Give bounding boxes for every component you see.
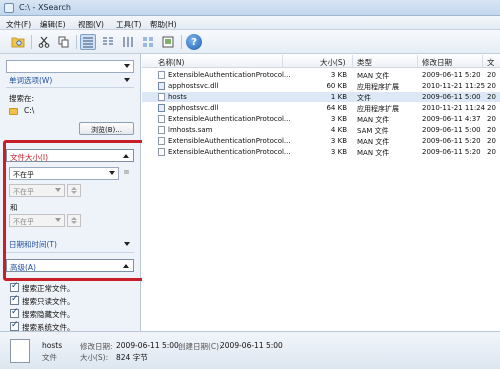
list-view-icon[interactable] xyxy=(100,34,116,50)
status-created-value: 2009-06-11 5:00 xyxy=(220,341,283,350)
toolbar-separator xyxy=(76,35,77,49)
chevron-down-icon xyxy=(55,218,61,222)
and-label: 和 xyxy=(10,203,18,212)
copy-icon[interactable] xyxy=(56,34,72,50)
thumbnails-view-icon[interactable] xyxy=(140,34,156,50)
checkbox-system-files[interactable] xyxy=(10,320,19,331)
collapse-icon xyxy=(123,264,129,268)
column-modified[interactable]: 修改日期 xyxy=(422,57,452,68)
dll-icon xyxy=(158,104,165,112)
divider xyxy=(6,252,134,253)
size-value-field[interactable]: 不在乎 xyxy=(9,184,65,197)
toolbar-separator xyxy=(181,35,182,49)
advanced-header[interactable]: 高级(A) xyxy=(6,259,134,272)
column-divider[interactable] xyxy=(482,55,483,67)
column-name[interactable]: 名称(N) xyxy=(158,57,184,68)
list-header: 名称(N) 大小(S) 类型 修改日期 文 xyxy=(142,54,500,68)
table-row[interactable]: ExtensibleAuthenticationProtocol... 3 KB… xyxy=(142,114,500,124)
help-icon[interactable]: ? xyxy=(186,34,202,50)
column-divider[interactable] xyxy=(352,55,353,67)
table-row[interactable]: ExtensibleAuthenticationProtocol... 3 KB… xyxy=(142,70,500,80)
column-type[interactable]: 类型 xyxy=(357,57,372,68)
details-view-icon[interactable] xyxy=(80,34,96,50)
collapse-icon xyxy=(123,154,129,158)
checkbox-normal-files-label: 搜索正常文件。 xyxy=(22,284,75,293)
size-spinner[interactable] xyxy=(67,184,81,197)
checkbox-readonly-files-label: 搜索只读文件。 xyxy=(22,297,75,306)
chevron-down-icon xyxy=(55,188,61,192)
file-icon xyxy=(158,126,165,134)
column-extra[interactable]: 文 xyxy=(487,57,495,68)
search-options-panel: 单词选项(W) 搜索在: C:\ 浏览(B)... 文件大小(I) 不在乎 ⊠ … xyxy=(0,54,141,331)
search-text-combo[interactable] xyxy=(6,60,134,73)
file-icon xyxy=(158,115,165,123)
results-list: 名称(N) 大小(S) 类型 修改日期 文 ExtensibleAuthenti… xyxy=(142,54,500,331)
size-condition-select[interactable]: 不在乎 xyxy=(9,167,119,180)
size-value2-field[interactable]: 不在乎 xyxy=(9,214,65,227)
menu-bar: 文件(F) 编辑(E) 视图(V) 工具(T) 帮助(H) xyxy=(0,16,500,30)
expand-icon xyxy=(124,78,130,82)
menu-edit[interactable]: 编辑(E) xyxy=(40,19,66,30)
expand-icon xyxy=(124,242,130,246)
toolbar: ? xyxy=(0,30,500,54)
column-size[interactable]: 大小(S) xyxy=(320,57,346,68)
checkbox-hidden-files[interactable] xyxy=(10,307,19,318)
columns-view-icon[interactable] xyxy=(120,34,136,50)
word-options-header[interactable]: 单词选项(W) xyxy=(6,73,134,86)
cut-icon[interactable] xyxy=(36,34,52,50)
menu-view[interactable]: 视图(V) xyxy=(78,19,104,30)
checkbox-readonly-files[interactable] xyxy=(10,294,19,305)
status-bar: hosts 文件 修改日期: 2009-06-11 5:00 创建日期(C): … xyxy=(0,331,500,369)
folder-icon xyxy=(9,108,18,115)
table-row[interactable]: apphostsvc.dll 60 KB 应用程序扩展 2010-11-21 1… xyxy=(142,81,500,91)
menu-tools[interactable]: 工具(T) xyxy=(116,19,141,30)
folder-search-icon[interactable] xyxy=(10,34,26,50)
file-icon xyxy=(158,137,165,145)
dll-icon xyxy=(158,82,165,90)
search-in-label: 搜索在: xyxy=(9,94,35,103)
search-in-path[interactable]: C:\ xyxy=(24,106,34,115)
window-title: C:\ - XSearch xyxy=(19,3,71,12)
browse-button[interactable]: 浏览(B)... xyxy=(79,122,134,135)
chevron-down-icon xyxy=(124,64,130,68)
menu-file[interactable]: 文件(F) xyxy=(6,19,31,30)
status-modified-value: 2009-06-11 5:00 xyxy=(116,341,179,350)
status-file-name: hosts xyxy=(42,341,63,350)
file-icon xyxy=(158,148,165,156)
file-size-header[interactable]: 文件大小(I) xyxy=(6,149,134,162)
table-row[interactable]: ExtensibleAuthenticationProtocol... 3 KB… xyxy=(142,136,500,146)
status-file-type: 文件 xyxy=(42,353,57,362)
status-created-label: 创建日期(C): xyxy=(178,342,222,351)
column-divider[interactable] xyxy=(417,55,418,67)
date-time-header[interactable]: 日期和时间(T) xyxy=(6,237,134,250)
menu-help[interactable]: 帮助(H) xyxy=(150,19,177,30)
file-icon xyxy=(158,71,165,79)
chevron-down-icon xyxy=(109,171,115,175)
file-icon xyxy=(158,93,165,101)
file-icon xyxy=(10,339,30,363)
clear-icon[interactable]: ⊠ xyxy=(124,169,129,176)
column-divider[interactable] xyxy=(282,55,283,67)
status-modified-label: 修改日期: xyxy=(80,342,113,351)
checkbox-hidden-files-label: 搜索隐藏文件。 xyxy=(22,310,75,319)
preview-view-icon[interactable] xyxy=(160,34,176,50)
checkbox-system-files-label: 搜索系统文件。 xyxy=(22,323,75,331)
table-row[interactable]: apphostsvc.dll 64 KB 应用程序扩展 2010-11-21 1… xyxy=(142,103,500,113)
size-spinner-2[interactable] xyxy=(67,214,81,227)
table-row[interactable]: lmhosts.sam 4 KB SAM 文件 2009-06-11 5:00 … xyxy=(142,125,500,135)
status-size-label: 大小(S): xyxy=(80,353,109,362)
status-size-value: 824 字节 xyxy=(116,353,148,362)
title-bar: C:\ - XSearch xyxy=(0,0,500,16)
table-row[interactable]: ExtensibleAuthenticationProtocol... 3 KB… xyxy=(142,147,500,157)
checkbox-normal-files[interactable] xyxy=(10,281,19,292)
toolbar-separator xyxy=(31,35,32,49)
table-row[interactable]: hosts 1 KB 文件 2009-06-11 5:00 20 xyxy=(142,92,500,102)
app-icon xyxy=(4,3,14,13)
divider xyxy=(6,87,134,88)
